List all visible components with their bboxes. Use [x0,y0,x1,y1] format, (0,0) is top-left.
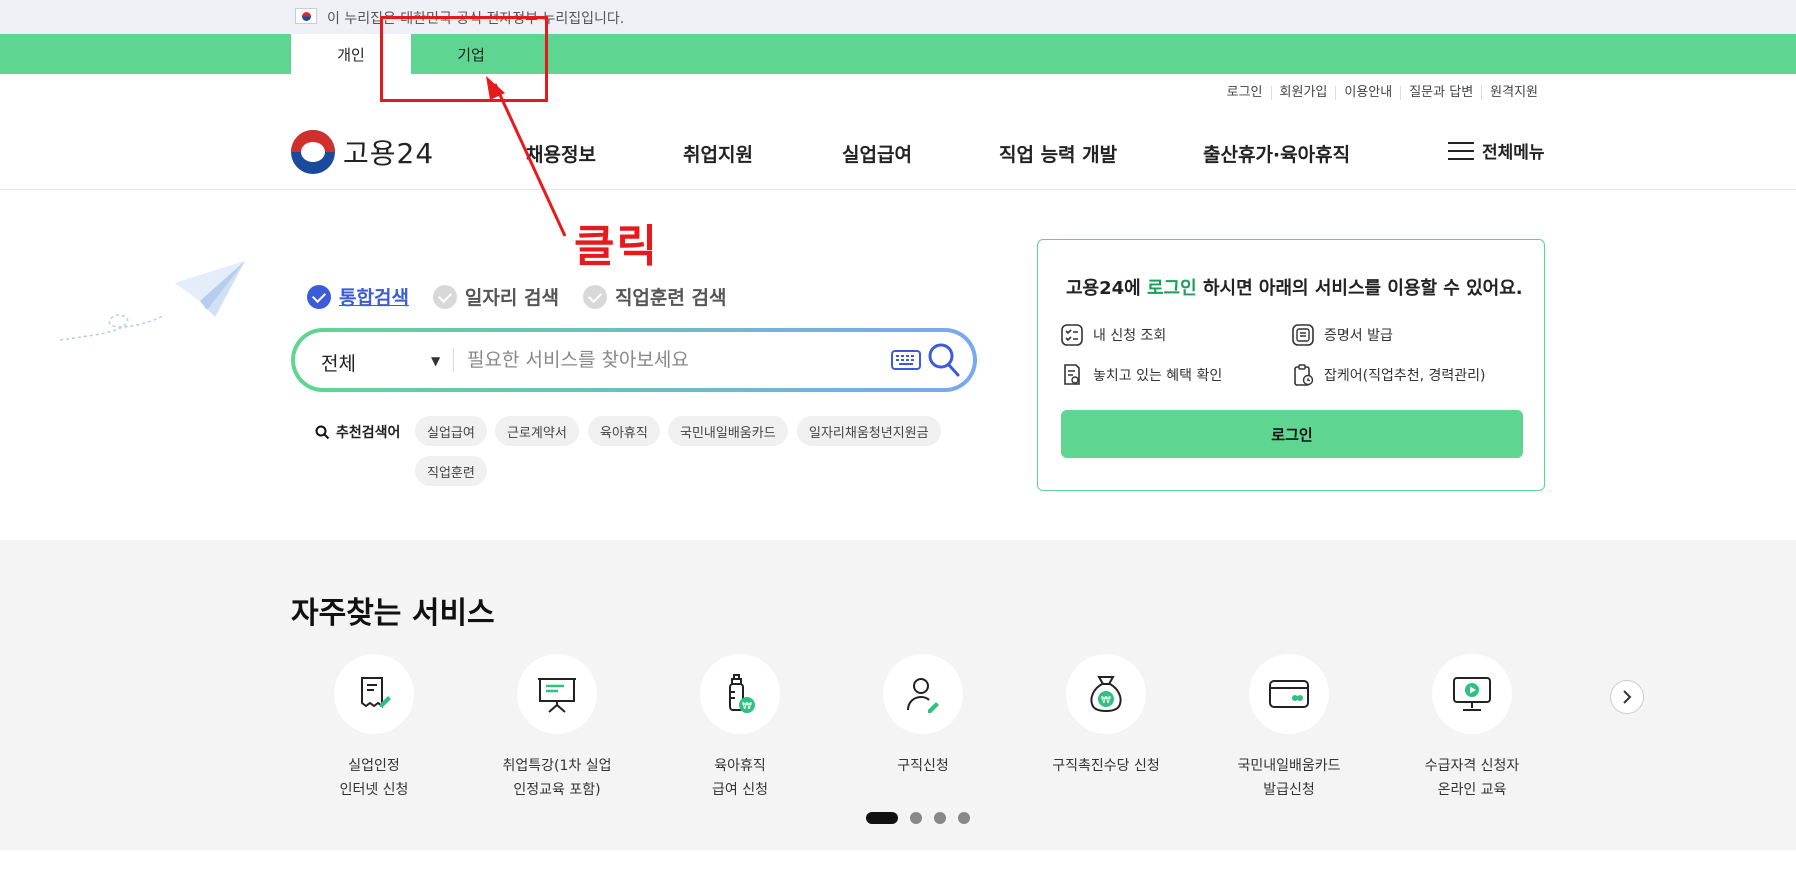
tab-job-search[interactable]: 일자리 검색 [432,283,559,310]
qna-link[interactable]: 질문과 답변 [1400,86,1481,100]
search-category-select[interactable]: 전체 [321,349,356,376]
login-panel: 고용24에 로그인 하시면 아래의 서비스를 이용할 수 있어요. 내 신청 조… [1037,239,1545,491]
keyword-chip[interactable]: 일자리채움청년지원금 [797,416,941,446]
annotation-click-label: 클릭 [574,221,659,272]
gnb-parental-leave[interactable]: 출산휴가·육아휴직 [1203,140,1350,167]
main-header: 고용24 채용정보 취업지원 실업급여 직업 능력 개발 출산휴가·육아휴직 전… [0,110,1796,190]
all-menu-label: 전체메뉴 [1482,143,1545,163]
search-box: 전체 ▼ [291,328,977,392]
gnb-employment-support[interactable]: 취업지원 [683,140,753,167]
guide-link[interactable]: 이용안내 [1335,86,1400,100]
clipboard-clock-icon [1294,364,1314,386]
carousel-pagination [866,812,982,824]
section-title: 자주찾는 서비스 [291,596,495,631]
chevron-right-icon [1623,690,1632,704]
search-type-tabs: 통합검색 일자리 검색 직업훈련 검색 [307,283,750,310]
gnb-job-skill[interactable]: 직업 능력 개발 [999,140,1117,167]
all-menu-button[interactable]: 전체메뉴 [1448,138,1545,163]
tab-training-search[interactable]: 직업훈련 검색 [582,283,726,310]
my-application-link[interactable]: 내 신청 조회 [1061,324,1166,346]
remote-support-link[interactable]: 원격지원 [1481,86,1546,100]
missed-benefits-link[interactable]: 놓치고 있는 혜택 확인 [1061,364,1222,386]
frequent-services-section: 자주찾는 서비스 실업인정 인터넷 신청 취업특강(1차 실업 인정교육 포함)… [0,540,1796,850]
logo-text: 고용24 [343,137,435,170]
keyword-chip[interactable]: 근로계약서 [495,416,579,446]
gnb-job-info[interactable]: 채용정보 [526,140,596,167]
pagination-dot[interactable] [910,812,922,824]
baby-bottle-icon: ₩ [729,674,755,713]
login-panel-title: 고용24에 로그인 하시면 아래의 서비스를 이용할 수 있어요. [1066,278,1523,299]
hamburger-icon [1448,141,1474,160]
user-edit-icon [907,678,939,713]
check-icon [307,284,331,309]
credit-card-icon [1269,680,1309,708]
search-icon [315,425,330,439]
caret-down-icon[interactable]: ▼ [431,354,440,368]
keyword-chip[interactable]: 육아휴직 [588,416,660,446]
check-icon [582,284,607,309]
service-learning-card[interactable]: 국민내일배움카드 발급신청 [1209,654,1369,802]
pagination-dot[interactable] [958,812,970,824]
keyboard-icon[interactable] [891,349,921,371]
gnb-unemployment-benefit[interactable]: 실업급여 [842,140,912,167]
service-job-promotion-allowance[interactable]: ₩ 구직촉진수당 신청 [1026,654,1186,778]
pagination-dot[interactable] [934,812,946,824]
certificate-link[interactable]: 증명서 발급 [1292,324,1393,346]
check-icon [432,284,457,309]
utility-links: 로그인 회원가입 이용안내 질문과 답변 원격지원 [1219,86,1546,100]
document-edit-icon [361,677,391,708]
korea-flag-icon [295,8,317,24]
gov-banner: 이 누리집은 대한민국 공식 전자정부 누리집입니다. [0,0,1796,34]
svg-text:₩: ₩ [742,701,752,712]
presentation-board-icon [538,678,576,713]
recommended-keywords-label: 추천검색어 [315,422,400,442]
annotation-highlight-box [380,16,548,102]
keyword-chip[interactable]: 직업훈련 [415,456,487,486]
jobcare-link[interactable]: 잡케어(직업추천, 경력관리) [1292,364,1486,386]
keyword-chip[interactable]: 국민내일배움카드 [668,416,788,446]
document-search-icon [1064,364,1080,385]
service-employment-lecture[interactable]: 취업특강(1차 실업 인정교육 포함) [477,654,637,802]
checklist-icon [1061,324,1083,346]
keyword-chip[interactable]: 실업급여 [415,416,487,446]
taegeuk-logo-icon [291,130,335,174]
svg-text:₩: ₩ [1101,695,1111,706]
pagination-dot[interactable] [866,812,898,824]
paper-plane-icon [59,261,245,341]
carousel-next-button[interactable] [1610,680,1644,714]
search-input[interactable] [467,344,867,376]
service-unemployment-recognition[interactable]: 실업인정 인터넷 신청 [294,654,454,802]
service-parental-leave-benefit[interactable]: ₩ 육아휴직 급여 신청 [660,654,820,802]
certificate-icon [1292,324,1314,346]
service-online-education[interactable]: 수급자격 신청자 온라인 교육 [1392,654,1552,802]
audience-tab-bar: 개인 기업 [0,34,1796,74]
login-button[interactable]: 로그인 [1061,410,1523,458]
tab-integrated-search[interactable]: 통합검색 [307,283,409,310]
money-bag-icon: ₩ [1090,676,1122,713]
service-job-application[interactable]: 구직신청 [843,654,1003,778]
signup-link[interactable]: 회원가입 [1270,86,1336,100]
monitor-play-icon [1453,677,1491,711]
search-icon[interactable] [927,342,961,378]
site-logo[interactable]: 고용24 [291,130,434,174]
login-link[interactable]: 로그인 [1219,86,1271,100]
